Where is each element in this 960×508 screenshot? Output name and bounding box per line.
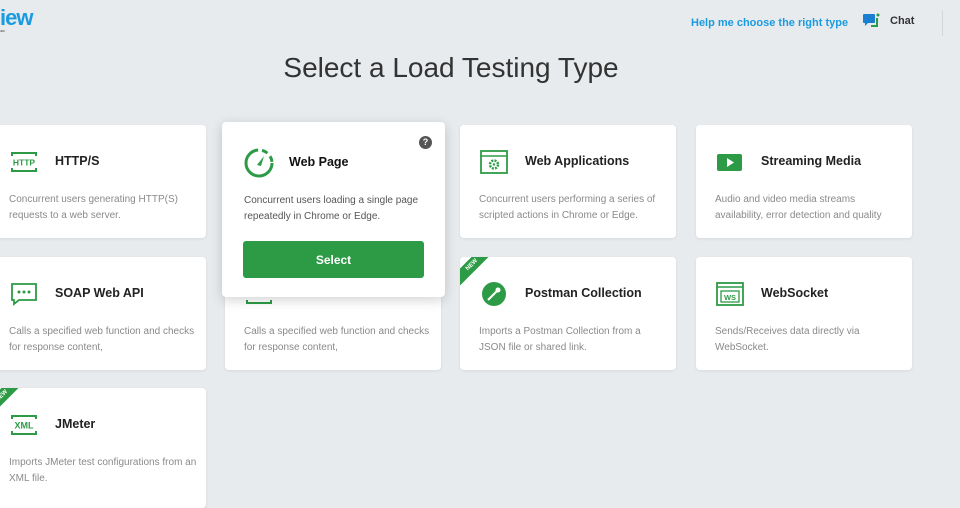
websocket-icon: WS bbox=[716, 282, 744, 306]
card-streaming-media[interactable]: Streaming Media Audio and video media st… bbox=[696, 125, 912, 238]
card-title: SOAP Web API bbox=[55, 286, 144, 300]
header-divider bbox=[942, 10, 943, 36]
help-icon[interactable]: ? bbox=[419, 136, 432, 149]
card-title: JMeter bbox=[55, 417, 96, 431]
speedometer-icon bbox=[244, 148, 274, 178]
postman-icon bbox=[482, 282, 506, 306]
card-web-applications[interactable]: Web Applications Concurrent users perfor… bbox=[460, 125, 676, 238]
web-app-gear-icon bbox=[480, 150, 508, 174]
card-desc: Calls a specified web function and check… bbox=[244, 326, 430, 353]
svg-text:HTTP: HTTP bbox=[13, 158, 36, 168]
svg-text:XML: XML bbox=[15, 421, 35, 431]
card-websocket[interactable]: WS WebSocket Sends/Receives data directl… bbox=[696, 257, 912, 370]
card-title: Streaming Media bbox=[761, 154, 862, 168]
play-icon bbox=[717, 154, 742, 171]
card-desc: Concurrent users loading a single page r… bbox=[244, 195, 418, 222]
card-desc: Audio and video media streams availabili… bbox=[715, 194, 882, 221]
card-desc: Imports JMeter test configurations from … bbox=[9, 457, 197, 484]
chat-label: Chat bbox=[890, 15, 915, 27]
chat-bubble-icon bbox=[11, 283, 37, 306]
xml-icon: XML bbox=[11, 415, 37, 435]
card-desc: Concurrent users generating HTTP(S) requ… bbox=[9, 194, 178, 221]
card-title: HTTP/S bbox=[55, 154, 100, 168]
card-web-page[interactable]: Web Page ? Concurrent users loading a si… bbox=[222, 122, 445, 297]
select-button[interactable]: Select bbox=[243, 241, 424, 278]
card-desc: Imports a Postman Collection from a JSON… bbox=[479, 326, 641, 353]
card-desc: Calls a specified web function and check… bbox=[9, 326, 195, 353]
chat-icon bbox=[863, 13, 880, 27]
card-desc: Sends/Receives data directly via WebSock… bbox=[715, 326, 860, 353]
page-title: Select a Load Testing Type bbox=[283, 52, 619, 83]
card-jmeter[interactable]: NEW XML JMeter Imports JMeter test confi… bbox=[0, 388, 206, 508]
svg-text:WS: WS bbox=[724, 293, 736, 302]
help-choose-link[interactable]: Help me choose the right type bbox=[691, 17, 848, 29]
logo-subtext: ooo bbox=[0, 28, 5, 33]
card-https[interactable]: HTTP HTTP/S Concurrent users generating … bbox=[0, 125, 206, 238]
card-desc: Concurrent users performing a series of … bbox=[479, 194, 656, 221]
card-title: Web Applications bbox=[525, 154, 630, 168]
card-title: Postman Collection bbox=[525, 286, 642, 300]
card-title: WebSocket bbox=[761, 286, 829, 300]
chat-button[interactable]: Chat bbox=[862, 13, 914, 29]
logo[interactable]: iew ooo bbox=[0, 5, 33, 33]
logo-text: iew bbox=[0, 5, 33, 30]
card-postman-collection[interactable]: NEW Postman Collection Imports a Postman… bbox=[460, 257, 676, 370]
card-title: Web Page bbox=[289, 155, 349, 169]
http-icon: HTTP bbox=[11, 152, 37, 172]
card-soap-web-api[interactable]: SOAP Web API Calls a specified web funct… bbox=[0, 257, 206, 370]
